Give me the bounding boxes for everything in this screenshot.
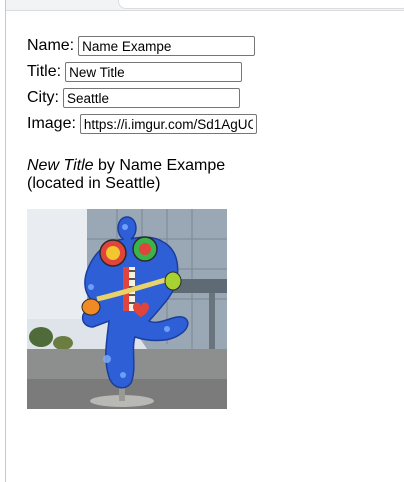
- caption-name: Name Exampe: [119, 157, 226, 174]
- city-label: City:: [27, 89, 59, 106]
- name-label: Name:: [27, 37, 75, 54]
- browser-window: Name: Title: City: Image: New Title by N…: [0, 0, 404, 482]
- caption-line-1: New Title by Name Exampe: [27, 157, 387, 175]
- name-field[interactable]: [78, 36, 256, 56]
- window-left-edge: [0, 0, 6, 482]
- caption-by: by: [93, 157, 120, 174]
- caption-located-prefix: (located in: [27, 175, 106, 192]
- image-label: Image:: [27, 115, 76, 132]
- title-label: Title:: [27, 63, 62, 80]
- artwork-caption: New Title by Name Exampe (located in Sea…: [27, 157, 387, 193]
- artwork-image: [27, 209, 227, 409]
- caption-line-2: (located in Seattle): [27, 175, 387, 193]
- name-row: Name:: [27, 33, 387, 59]
- caption-city: Seattle: [105, 175, 156, 192]
- title-row: Title:: [27, 59, 387, 85]
- browser-toolbar: [0, 0, 404, 11]
- caption-title: New Title: [27, 157, 94, 174]
- city-row: City:: [27, 85, 387, 111]
- browser-tab[interactable]: [118, 0, 404, 9]
- caption-located-suffix: ): [155, 175, 161, 192]
- image-row: Image:: [27, 111, 387, 137]
- image-url-field[interactable]: [79, 114, 257, 134]
- title-field[interactable]: [65, 62, 243, 82]
- page-content: Name: Title: City: Image: New Title by N…: [27, 33, 387, 409]
- city-field[interactable]: [63, 88, 240, 108]
